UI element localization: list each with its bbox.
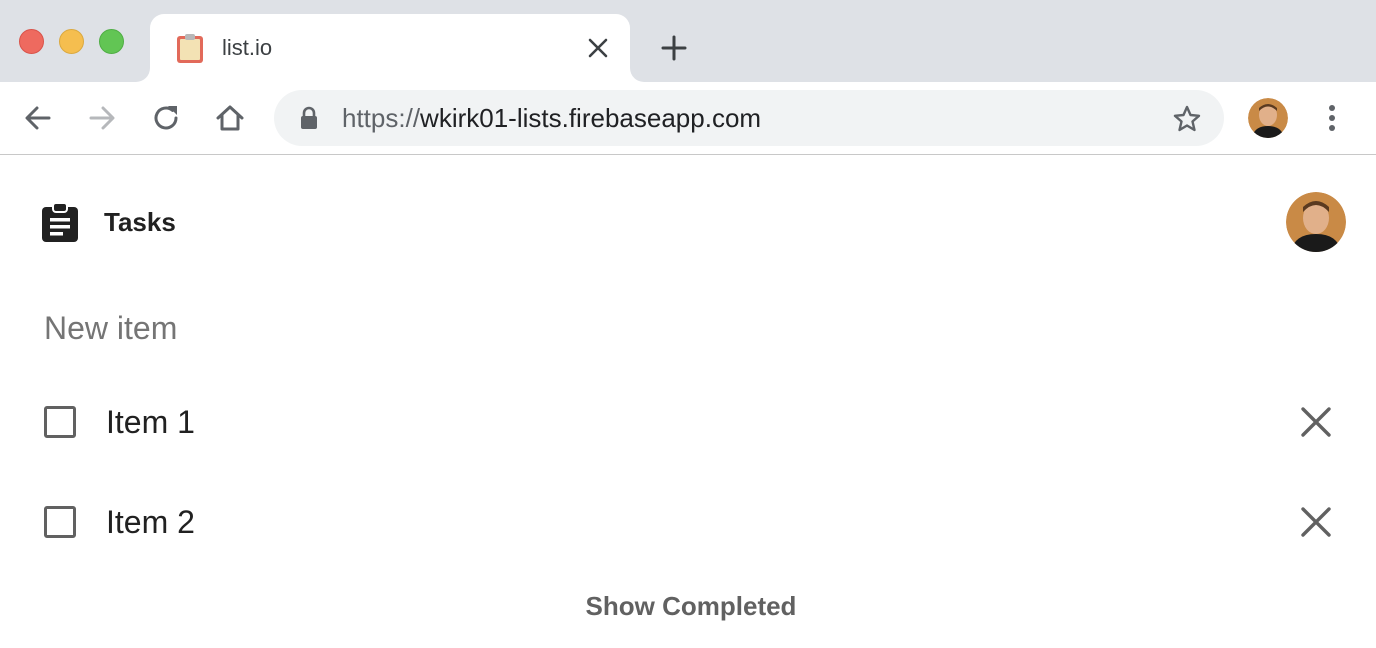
- more-vert-icon[interactable]: [1320, 100, 1344, 136]
- list-item: Item 2: [0, 482, 1376, 562]
- assignment-icon: [42, 202, 78, 242]
- back-arrow-icon: [25, 106, 51, 130]
- avatar-image: [1248, 98, 1288, 138]
- item-label: Item 2: [106, 504, 195, 540]
- show-completed-container: Show Completed: [0, 588, 1376, 624]
- browser-toolbar: https://wkirk01-lists.firebaseapp.com: [0, 82, 1376, 155]
- star-icon[interactable]: [1172, 104, 1202, 134]
- app-header: Tasks: [0, 156, 1376, 288]
- back-button[interactable]: [22, 100, 54, 136]
- window-minimize-button[interactable]: [59, 29, 84, 54]
- show-completed-button[interactable]: Show Completed: [586, 588, 797, 624]
- window-close-button[interactable]: [19, 29, 44, 54]
- close-icon[interactable]: [1298, 404, 1334, 440]
- home-icon: [216, 105, 244, 131]
- address-bar[interactable]: https://wkirk01-lists.firebaseapp.com: [274, 90, 1224, 146]
- avatar-image: [1286, 192, 1346, 252]
- url-host: wkirk01-lists.firebaseapp.com: [420, 103, 762, 133]
- forward-arrow-icon: [89, 106, 115, 130]
- item-label: Item 1: [106, 404, 195, 440]
- browser-profile-avatar[interactable]: [1248, 98, 1288, 138]
- browser-titlebar: list.io: [0, 0, 1376, 82]
- item-checkbox[interactable]: [44, 406, 76, 438]
- lock-icon: [301, 106, 317, 129]
- close-icon[interactable]: [586, 36, 610, 60]
- window-zoom-button[interactable]: [99, 29, 124, 54]
- url-text[interactable]: https://wkirk01-lists.firebaseapp.com: [342, 103, 761, 133]
- close-icon[interactable]: [1298, 504, 1334, 540]
- new-item-input[interactable]: [44, 306, 1334, 350]
- plus-icon[interactable]: [658, 32, 690, 64]
- user-avatar[interactable]: [1286, 192, 1346, 252]
- reload-button[interactable]: [150, 100, 182, 136]
- home-button[interactable]: [214, 100, 246, 136]
- reload-icon: [154, 106, 178, 130]
- page-title: Tasks: [104, 207, 176, 237]
- forward-button[interactable]: [86, 100, 118, 136]
- list-item: Item 1: [0, 382, 1376, 462]
- url-scheme: https://: [342, 103, 421, 133]
- tab-title: list.io: [222, 35, 273, 60]
- clipboard-favicon-icon: [177, 34, 203, 63]
- browser-tab[interactable]: list.io: [150, 14, 630, 82]
- item-checkbox[interactable]: [44, 506, 76, 538]
